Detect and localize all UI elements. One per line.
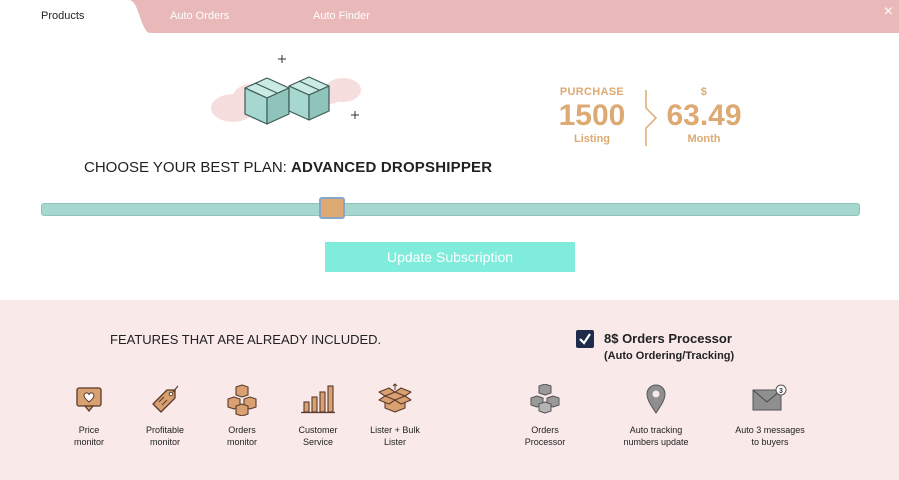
checkmark-icon: [579, 333, 591, 345]
feature-label: Lister + Bulk Lister: [360, 424, 430, 448]
location-pin-icon: [646, 384, 666, 414]
listing-label: Listing: [573, 133, 611, 145]
monthly-price: 63.49: [666, 99, 742, 132]
features-heading: FEATURES THAT ARE ALREADY INCLUDED.: [110, 332, 382, 347]
feature-label-line2: Service: [302, 437, 333, 447]
purchase-summary: PURCHASE 1500 Listing $ 63.49 Month: [548, 86, 758, 152]
feature-label-line2: Processor: [524, 437, 566, 447]
feature-label: Auto tracking numbers update: [621, 424, 691, 448]
boxes-icon: [227, 384, 257, 416]
feature-label-line2: monitor: [149, 437, 180, 447]
feature-label: Price monitor: [54, 424, 124, 448]
tab-auto-orders[interactable]: Auto Orders: [170, 10, 229, 22]
feature-label-line1: Orders: [228, 425, 256, 435]
currency-label: $: [700, 86, 708, 98]
feature-label-line1: Lister + Bulk: [370, 425, 420, 435]
plan-heading-prefix: CHOOSE YOUR BEST PLAN:: [84, 159, 287, 176]
tab-bar: Products Auto Orders Auto Finder ×: [0, 0, 899, 33]
plan-slider-thumb[interactable]: [318, 197, 345, 219]
heart-tag-icon: [76, 387, 102, 412]
month-label: Month: [687, 133, 721, 145]
orders-processor-checkbox[interactable]: [576, 330, 594, 348]
feature-label-line1: Price: [78, 425, 100, 435]
feature-label-line2: monitor: [73, 437, 104, 447]
feature-label: Customer Service: [283, 424, 353, 448]
features-panel: FEATURES THAT ARE ALREADY INCLUDED. 8$ O…: [0, 300, 899, 480]
plan-name: ADVANCED DROPSHIPPER: [291, 159, 493, 176]
orders-processor-subtitle: (Auto Ordering/Tracking): [604, 350, 735, 362]
feature-label-line1: Profitable: [145, 425, 185, 435]
feature-label-line2: monitor: [226, 437, 257, 447]
feature-label-line1: Auto tracking: [629, 425, 683, 435]
listing-summary: PURCHASE 1500 Listing: [542, 86, 642, 146]
feature-label: Auto 3 messages to buyers: [735, 424, 805, 448]
feature-label: Orders Processor: [510, 424, 580, 448]
purchase-label: PURCHASE: [559, 86, 625, 98]
feature-label-line2: to buyers: [751, 437, 789, 447]
open-box-icon: [378, 383, 412, 413]
feature-label: Orders monitor: [207, 424, 277, 448]
plan-heading: CHOOSE YOUR BEST PLAN: ADVANCED DROPSHIP…: [84, 159, 492, 176]
envelope-badge-icon: 3: [752, 384, 787, 411]
orders-processor-title: 8$ Orders Processor: [604, 331, 732, 346]
price-tag-icon: [152, 385, 179, 413]
bar-chart-icon: [301, 385, 335, 414]
boxes-gray-icon: [530, 384, 560, 414]
feature-label-line2: numbers update: [623, 437, 689, 447]
tab-auto-finder[interactable]: Auto Finder: [313, 10, 370, 22]
plan-slider-track[interactable]: [41, 203, 860, 216]
update-subscription-button[interactable]: Update Subscription: [325, 242, 575, 272]
feature-label-line1: Orders: [531, 425, 559, 435]
tab-products-label: Products: [41, 10, 85, 22]
tab-products[interactable]: Products: [0, 0, 150, 33]
svg-text:3: 3: [779, 388, 783, 395]
feature-label-line2: Lister: [383, 437, 406, 447]
feature-label-line1: Customer: [298, 425, 338, 435]
feature-label: Profitable monitor: [130, 424, 200, 448]
price-summary: $ 63.49 Month: [654, 86, 754, 146]
boxes-illustration: [205, 50, 365, 135]
close-icon[interactable]: ×: [884, 2, 893, 22]
listing-count: 1500: [558, 99, 626, 132]
feature-label-line1: Auto 3 messages: [735, 425, 805, 435]
